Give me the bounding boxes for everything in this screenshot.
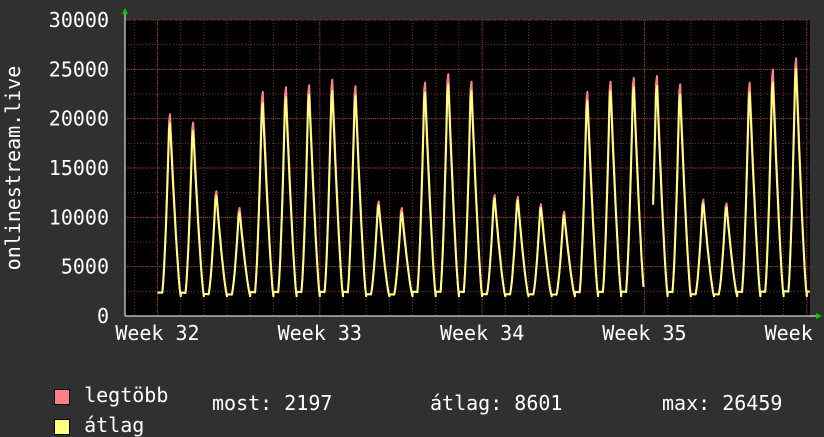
y-tick-label: 5000: [61, 255, 109, 279]
stat-max: max: 26459: [662, 391, 783, 415]
y-tick-label: 0: [97, 304, 109, 328]
legend-swatch-avg: [54, 418, 71, 435]
legend-label-avg: átlag: [84, 413, 145, 437]
x-tick-label: Week 32: [115, 321, 199, 345]
x-tick-label: Week 36: [765, 321, 824, 345]
y-tick-label: 15000: [49, 156, 109, 180]
y-tick-label: 20000: [49, 107, 109, 131]
x-axis-arrow: [816, 313, 822, 319]
legend-item-avg: átlag: [30, 392, 144, 436]
y-axis-arrow: [122, 8, 128, 14]
x-tick-label: Week 34: [440, 321, 524, 345]
x-tick-label: Week 33: [278, 321, 362, 345]
stat-average: átlag: 8601: [430, 391, 563, 415]
y-tick-label: 10000: [49, 205, 109, 229]
y-tick-label: 25000: [49, 57, 109, 81]
y-tick-label: 30000: [49, 8, 109, 32]
x-tick-label: Week 35: [602, 321, 686, 345]
y-axis-label: onlinestream.live: [1, 66, 25, 271]
stat-now: most: 2197: [212, 391, 333, 415]
